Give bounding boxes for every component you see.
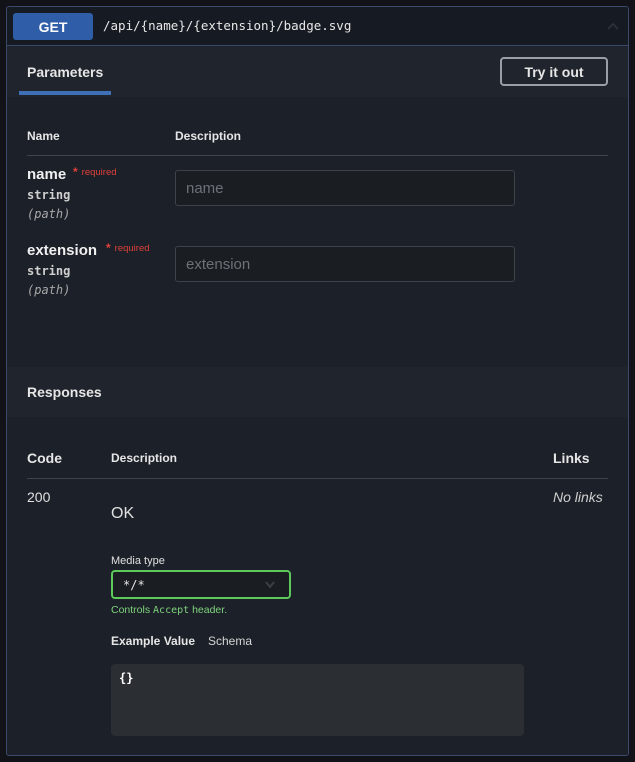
example-value-box: {} [111, 664, 524, 736]
required-star: * [73, 165, 78, 179]
required-indicator: * required [106, 240, 150, 255]
chevron-down-icon [265, 581, 275, 589]
media-type-value: */* [123, 577, 145, 592]
response-code: 200 [27, 489, 51, 505]
media-type-select[interactable]: */* [111, 570, 291, 599]
responses-divider [27, 478, 608, 479]
endpoint-path: /api/{name}/{extension}/badge.svg [103, 18, 352, 33]
tab-schema[interactable]: Schema [208, 634, 252, 648]
required-indicator: * required [73, 164, 117, 179]
try-it-out-button[interactable]: Try it out [500, 57, 608, 86]
response-links: No links [553, 489, 603, 505]
tab-example-value[interactable]: Example Value [111, 634, 195, 648]
column-header-name: Name [27, 129, 60, 143]
column-header-response-description: Description [111, 451, 178, 465]
active-tab-indicator [19, 91, 111, 95]
media-type-label: Media type [111, 555, 165, 567]
required-text: required [81, 167, 117, 178]
http-method-badge: GET [13, 13, 93, 40]
chevron-up-icon[interactable] [606, 20, 620, 34]
column-header-code: Code [27, 450, 62, 466]
controls-header-name: Accept [153, 605, 190, 616]
extension-input[interactable] [175, 246, 515, 282]
param-name-label: name [27, 166, 67, 183]
name-input[interactable] [175, 170, 515, 206]
parameters-divider [27, 155, 608, 156]
example-json: {} [119, 671, 134, 685]
response-description: OK [111, 505, 135, 522]
column-header-links: Links [553, 450, 590, 466]
controls-suffix: header. [192, 604, 228, 616]
column-header-description: Description [175, 129, 242, 143]
responses-title: Responses [27, 384, 102, 400]
parameters-body [7, 97, 628, 367]
operation-summary[interactable]: GET /api/{name}/{extension}/badge.svg [7, 7, 628, 46]
required-text: required [114, 243, 150, 254]
param-extension-label: extension [27, 242, 98, 259]
param-location: (path) [27, 207, 71, 221]
required-star: * [106, 241, 111, 255]
param-location: (path) [27, 283, 71, 297]
param-type: string [27, 264, 71, 278]
controls-prefix: Controls [111, 604, 151, 616]
tab-parameters[interactable]: Parameters [27, 64, 103, 80]
controls-accept-hint: Controls Accept header. [111, 604, 227, 616]
operation-block: GET /api/{name}/{extension}/badge.svg Pa… [6, 6, 629, 756]
param-type: string [27, 188, 71, 202]
